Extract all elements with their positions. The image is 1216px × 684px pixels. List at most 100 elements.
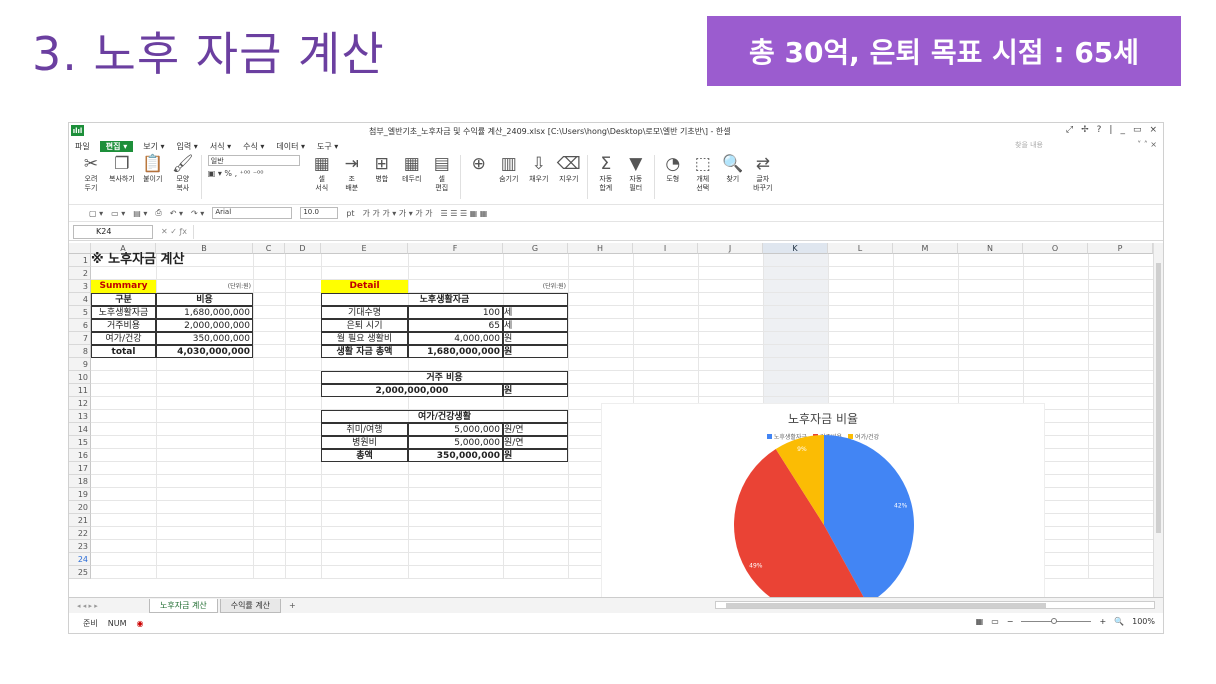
row-header[interactable]: 3 xyxy=(69,280,91,293)
redo-icon[interactable]: ↷ ▾ xyxy=(191,209,204,218)
zoom-level[interactable]: 100% xyxy=(1132,617,1155,626)
living-row-label[interactable]: 월 필요 생활비 xyxy=(321,332,408,345)
summary-row-label[interactable]: total xyxy=(91,345,156,358)
save-icon[interactable]: ▤ ▾ xyxy=(133,209,147,218)
new-icon[interactable]: ▢ ▾ xyxy=(89,209,103,218)
fullscreen-icon[interactable]: ⤢ xyxy=(1066,125,1073,135)
summary-row-label[interactable]: 여가/건강 xyxy=(91,332,156,345)
row-header[interactable]: 16 xyxy=(69,449,91,462)
formula-buttons[interactable]: ✕ ✓ ƒx xyxy=(161,227,187,236)
living-row-unit[interactable]: 원 xyxy=(503,345,568,358)
leisure-row-unit[interactable]: 원 xyxy=(503,449,568,462)
cell-edit-button[interactable]: ▤ 셀 편집 xyxy=(430,153,454,193)
replace-button[interactable]: ⇄ 글자 바꾸기 xyxy=(751,153,775,193)
menu-item[interactable]: 데이터 ▾ xyxy=(270,141,311,152)
row-header[interactable]: 11 xyxy=(69,384,91,397)
menu-item[interactable]: 수식 ▾ xyxy=(237,141,270,152)
living-row-value[interactable]: 4,000,000 xyxy=(408,332,503,345)
column-header[interactable]: F xyxy=(408,243,503,254)
detail-label[interactable]: Detail xyxy=(321,280,408,293)
row-header[interactable]: 19 xyxy=(69,488,91,501)
sheet-tab-return[interactable]: 수익률 계산 xyxy=(219,598,282,613)
leisure-row-value[interactable]: 5,000,000 xyxy=(408,423,503,436)
detail-unit[interactable]: (단위:원) xyxy=(503,280,568,293)
merge-button[interactable]: ⊞ 병합 xyxy=(370,153,394,184)
move-icon[interactable]: ✢ xyxy=(1081,125,1089,135)
name-box[interactable]: K24 xyxy=(73,224,153,239)
row-header[interactable]: 18 xyxy=(69,475,91,488)
row-header[interactable]: 14 xyxy=(69,423,91,436)
leisure-row-label[interactable]: 취미/여행 xyxy=(321,423,408,436)
add-sheet-button[interactable]: + xyxy=(283,601,302,610)
summary-row-value[interactable]: 4,030,000,000 xyxy=(156,345,253,358)
leisure-row-label[interactable]: 총액 xyxy=(321,449,408,462)
vertical-scrollbar[interactable] xyxy=(1153,243,1163,597)
sheet-tab-retirement[interactable]: 노후자금 계산 xyxy=(149,598,218,613)
menu-item[interactable]: 입력 ▾ xyxy=(171,141,204,152)
horizontal-scrollbar[interactable] xyxy=(715,601,1155,609)
zoom-in-icon[interactable]: + xyxy=(1099,617,1106,626)
leisure-row-label[interactable]: 병원비 xyxy=(321,436,408,449)
row-header[interactable]: 17 xyxy=(69,462,91,475)
copy-button[interactable]: ❐ 복사하기 xyxy=(109,153,135,184)
living-row-value[interactable]: 1,680,000,000 xyxy=(408,345,503,358)
cell-format-button[interactable]: ▦ 셀 서식 xyxy=(310,153,334,193)
zoom-out-icon[interactable]: − xyxy=(1007,617,1014,626)
format-copy-button[interactable]: 🖌 모양 복사 xyxy=(171,153,195,193)
row-header[interactable]: 7 xyxy=(69,332,91,345)
living-row-label[interactable]: 은퇴 시기 xyxy=(321,319,408,332)
restore-icon[interactable]: ▭ xyxy=(1133,125,1142,135)
vertical-scroll-thumb[interactable] xyxy=(1156,263,1161,533)
horizontal-scroll-thumb[interactable] xyxy=(726,603,1046,608)
row-header[interactable]: 15 xyxy=(69,436,91,449)
row-header[interactable]: 24 xyxy=(69,553,91,566)
row-header[interactable]: 2 xyxy=(69,267,91,280)
font-select[interactable]: Arial xyxy=(212,207,293,219)
row-header[interactable]: 4 xyxy=(69,293,91,306)
ribbon-collapse-icon[interactable]: ˅ ˄ × xyxy=(1137,140,1157,149)
leisure-row-unit[interactable]: 원/연 xyxy=(503,423,568,436)
summary-unit[interactable]: (단위:원) xyxy=(156,280,253,293)
column-header[interactable]: K xyxy=(763,243,828,254)
living-row-unit[interactable]: 세 xyxy=(503,306,568,319)
sheet-nav-arrows[interactable]: ◂ ◂ ▸ ▸ xyxy=(69,602,149,610)
hide-button[interactable]: ▥ 숨기기 xyxy=(497,153,521,184)
pie-chart[interactable]: 노후자금 비율 노후생활자금거주비용여가/건강 42%49%9% xyxy=(601,403,1045,597)
living-row-label[interactable]: 생활 자금 총액 xyxy=(321,345,408,358)
column-header[interactable]: N xyxy=(958,243,1023,254)
zoom-slider[interactable] xyxy=(1021,618,1092,624)
sheet-grid[interactable]: A B C D E F G H I J K L M N O P 1 2 3 4 5 6 7 8 9 10 11 12 13 14 15 16 1… xyxy=(69,243,1163,597)
column-header[interactable]: I xyxy=(633,243,698,254)
leisure-title[interactable]: 여가/건강생활 xyxy=(321,410,568,423)
summary-row-value[interactable]: 350,000,000 xyxy=(156,332,253,345)
clear-button[interactable]: ⌫ 지우기 xyxy=(557,153,581,184)
menu-item[interactable]: 보기 ▾ xyxy=(137,141,170,152)
row-header[interactable]: 1 xyxy=(69,254,91,267)
housing-value[interactable]: 2,000,000,000 xyxy=(321,384,503,397)
font-size-select[interactable]: 10.0 xyxy=(300,207,339,219)
number-format-buttons[interactable]: ▣ ▾ % , ⁺⁰⁰ ⁻⁰⁰ xyxy=(208,169,300,178)
zoom-search-icon[interactable]: 🔍 xyxy=(1114,617,1124,626)
row-header[interactable]: 9 xyxy=(69,358,91,371)
close-icon[interactable]: × xyxy=(1149,125,1157,135)
column-header[interactable]: G xyxy=(503,243,568,254)
minimize-icon[interactable]: _ xyxy=(1120,125,1125,135)
menu-item[interactable]: 파일 xyxy=(69,141,96,152)
undo-icon[interactable]: ↶ ▾ xyxy=(170,209,183,218)
zoom-knob[interactable] xyxy=(1051,618,1058,624)
leisure-row-value[interactable]: 5,000,000 xyxy=(408,436,503,449)
summary-header[interactable]: 구분 xyxy=(91,293,156,306)
row-header[interactable]: 25 xyxy=(69,566,91,579)
row-header[interactable]: 13 xyxy=(69,410,91,423)
menu-item[interactable]: 서식 ▾ xyxy=(204,141,237,152)
autosum-button[interactable]: Σ 자동 합계 xyxy=(594,153,618,193)
living-row-unit[interactable]: 원 xyxy=(503,332,568,345)
leisure-row-unit[interactable]: 원/연 xyxy=(503,436,568,449)
row-header[interactable]: 5 xyxy=(69,306,91,319)
help-icon[interactable]: ? xyxy=(1097,125,1102,135)
living-row-label[interactable]: 기대수명 xyxy=(321,306,408,319)
normal-view-icon[interactable]: ▦ xyxy=(976,617,984,626)
column-header[interactable]: H xyxy=(568,243,633,254)
print-icon[interactable]: ⎙ xyxy=(155,208,161,218)
sheet-title[interactable]: ※ 노후자금 계산 xyxy=(91,252,285,268)
